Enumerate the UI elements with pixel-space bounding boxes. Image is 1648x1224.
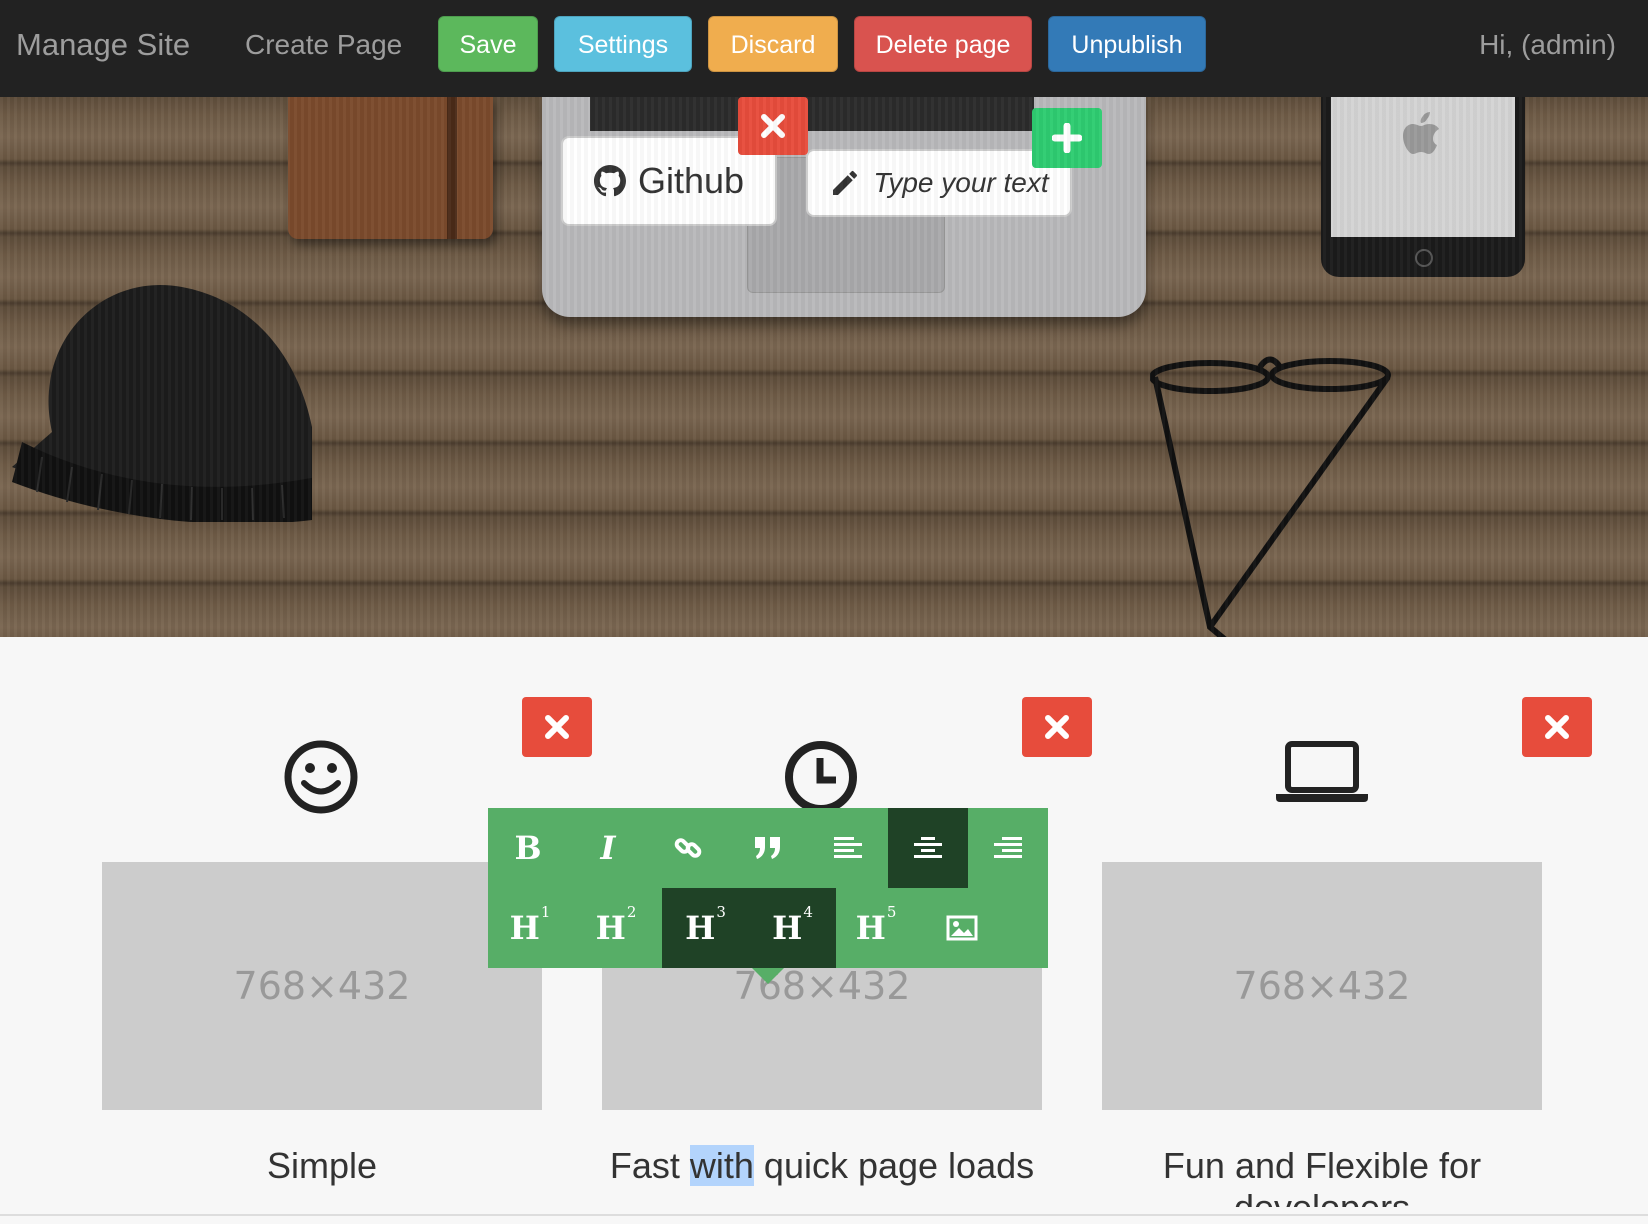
heading-5-button[interactable]: H5 [836, 888, 916, 968]
remove-feature-2-button[interactable] [1022, 697, 1092, 757]
insert-image-button[interactable] [922, 888, 1002, 968]
text-editor-toolbar: B I H1 H2 H3 H4 H5 [488, 808, 1048, 968]
heading-2-icon: H2 [595, 903, 637, 947]
settings-button[interactable]: Settings [554, 16, 692, 72]
add-button[interactable] [1032, 108, 1102, 168]
feature-2-text-before: Fast [609, 1145, 690, 1186]
page-divider [0, 1214, 1648, 1216]
close-icon [1545, 715, 1569, 739]
align-center-icon [914, 837, 942, 858]
feature-3-text[interactable]: Fun and Flexible for developers [1102, 1145, 1542, 1207]
close-icon [545, 715, 569, 739]
heading-5-icon: H5 [855, 903, 897, 947]
smile-icon [284, 740, 358, 814]
selected-text[interactable]: with [689, 1145, 754, 1186]
quote-button[interactable] [728, 808, 808, 888]
beanie-image [12, 285, 312, 522]
italic-icon: I [600, 829, 616, 867]
align-left-button[interactable] [808, 808, 888, 888]
top-navbar: Manage Site Create Page Save Settings Di… [0, 0, 1648, 98]
quote-icon [755, 837, 780, 859]
save-button[interactable]: Save [438, 16, 538, 72]
pencil-icon [833, 170, 858, 195]
feature-2-text-after: quick page loads [753, 1145, 1035, 1186]
tablet-image [1321, 97, 1525, 277]
heading-4-icon: H4 [772, 903, 813, 947]
remove-github-button[interactable] [738, 97, 808, 155]
hero-banner: Github Type your text [0, 97, 1648, 637]
align-center-button[interactable] [888, 808, 968, 888]
heading-3-icon: H3 [685, 903, 726, 947]
image-icon [946, 915, 978, 941]
plus-icon [1052, 123, 1082, 153]
align-right-button[interactable] [968, 808, 1048, 888]
bold-icon: B [514, 829, 542, 867]
align-right-icon [994, 837, 1022, 858]
delete-page-button[interactable]: Delete page [854, 16, 1032, 72]
brand-link[interactable]: Manage Site [16, 27, 190, 63]
clock-icon [785, 741, 857, 813]
align-left-icon [834, 837, 862, 858]
feature-1-text[interactable]: Simple [102, 1145, 542, 1187]
create-page-link[interactable]: Create Page [245, 29, 402, 61]
laptop-icon [1276, 741, 1368, 802]
feature-3-image-placeholder[interactable]: 768×432 [1102, 862, 1542, 1110]
feature-1-image-placeholder[interactable]: 768×432 [102, 862, 542, 1110]
link-button[interactable] [648, 808, 728, 888]
github-icon [593, 165, 626, 197]
bold-button[interactable]: B [488, 808, 568, 888]
link-icon [674, 838, 702, 858]
glasses-image [1150, 356, 1391, 637]
discard-button[interactable]: Discard [708, 16, 838, 72]
italic-button[interactable]: I [568, 808, 648, 888]
github-button-label: Github [637, 160, 745, 201]
heading-3-button[interactable]: H3 [662, 888, 749, 968]
heading-4-button[interactable]: H4 [749, 888, 836, 968]
close-icon [1045, 715, 1069, 739]
feature-2-text[interactable]: Fast with quick page loads [602, 1145, 1042, 1187]
heading-1-icon: H1 [509, 903, 551, 947]
heading-2-button[interactable]: H2 [576, 888, 656, 968]
unpublish-button[interactable]: Unpublish [1048, 16, 1206, 72]
heading-1-button[interactable]: H1 [490, 888, 570, 968]
new-link-text[interactable]: Type your text [873, 167, 1048, 199]
close-icon [761, 114, 785, 138]
remove-feature-3-button[interactable] [1522, 697, 1592, 757]
notebook-image [288, 97, 493, 239]
user-greeting[interactable]: Hi, (admin) [1479, 29, 1616, 61]
toolbar-pointer [752, 968, 784, 984]
remove-feature-1-button[interactable] [522, 697, 592, 757]
